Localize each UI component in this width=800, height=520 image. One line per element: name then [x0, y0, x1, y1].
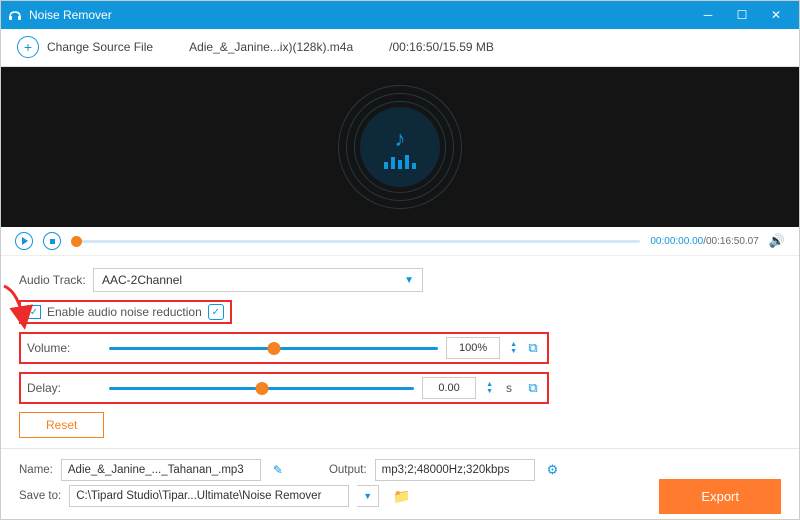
name-label: Name: [19, 464, 53, 476]
plus-icon: + [17, 36, 39, 58]
playback-bar: 00:00:00.00/00:16:50.07 🔊 [1, 227, 799, 256]
play-button[interactable] [15, 232, 33, 250]
audio-visualizer: ♪ [338, 85, 462, 209]
delay-apply-icon[interactable]: ⧉ [525, 380, 541, 396]
output-label: Output: [329, 464, 367, 476]
chevron-down-icon: ▼ [404, 275, 414, 286]
volume-slider[interactable] [109, 347, 438, 350]
edit-name-icon[interactable]: ✎ [273, 463, 283, 477]
audio-track-row: Audio Track: AAC-2Channel ▼ [19, 266, 781, 294]
delay-unit: s [501, 381, 517, 395]
audio-track-value: AAC-2Channel [102, 273, 182, 287]
close-button[interactable]: ✕ [759, 1, 793, 29]
source-meta: /00:16:50/15.59 MB [389, 40, 494, 54]
delay-value[interactable]: 0.00 [422, 377, 476, 399]
enable-noise-label: Enable audio noise reduction [47, 305, 202, 319]
audio-track-select[interactable]: AAC-2Channel ▼ [93, 268, 423, 292]
seek-slider[interactable] [71, 240, 640, 243]
output-name-field[interactable]: Adie_&_Janine_..._Tahanan_.mp3 [61, 459, 261, 481]
maximize-button[interactable]: ☐ [725, 1, 759, 29]
stop-button[interactable] [43, 232, 61, 250]
settings-icon[interactable]: ⚙ [547, 462, 559, 478]
save-path-dropdown[interactable]: ▼ [357, 485, 379, 507]
enable-noise-row: ✓ Enable audio noise reduction ✓ [19, 300, 232, 324]
app-logo-icon [7, 7, 23, 23]
file-info-row: + Change Source File Adie_&_Janine...ix)… [1, 29, 799, 67]
apply-icon[interactable]: ✓ [208, 304, 224, 320]
volume-row: Volume: 100% ▲▼ ⧉ [19, 332, 549, 364]
save-to-label: Save to: [19, 490, 61, 502]
change-source-button[interactable]: + Change Source File [17, 36, 153, 58]
title-bar: Noise Remover ─ ☐ ✕ [1, 1, 799, 29]
export-button[interactable]: Export [659, 479, 781, 514]
volume-stepper[interactable]: ▲▼ [510, 341, 517, 355]
bottom-panel: Name: Adie_&_Janine_..._Tahanan_.mp3 ✎ O… [1, 448, 799, 519]
delay-row: Delay: 0.00 ▲▼ s ⧉ [19, 372, 549, 404]
preview-panel: ♪ [1, 67, 799, 227]
minimize-button[interactable]: ─ [691, 1, 725, 29]
volume-value[interactable]: 100% [446, 337, 500, 359]
window-title: Noise Remover [29, 8, 112, 22]
open-folder-icon[interactable]: 📁 [393, 488, 410, 505]
audio-track-label: Audio Track: [19, 273, 93, 287]
reset-button[interactable]: Reset [19, 412, 104, 438]
timecode: 00:00:00.00/00:16:50.07 [650, 236, 758, 247]
app-window: Noise Remover ─ ☐ ✕ + Change Source File… [0, 0, 800, 520]
volume-apply-icon[interactable]: ⧉ [525, 340, 541, 356]
delay-stepper[interactable]: ▲▼ [486, 381, 493, 395]
save-path-field[interactable]: C:\Tipard Studio\Tipar...Ultimate\Noise … [69, 485, 349, 507]
delay-label: Delay: [27, 381, 101, 395]
delay-slider[interactable] [109, 387, 414, 390]
source-filename: Adie_&_Janine...ix)(128k).m4a [189, 40, 353, 54]
volume-icon[interactable]: 🔊 [769, 233, 785, 249]
output-format-field[interactable]: mp3;2;48000Hz;320kbps [375, 459, 535, 481]
change-source-label: Change Source File [47, 40, 153, 54]
volume-label: Volume: [27, 341, 101, 355]
controls-panel: Audio Track: AAC-2Channel ▼ ✓ Enable aud… [1, 256, 799, 448]
enable-noise-checkbox[interactable]: ✓ [27, 305, 41, 319]
